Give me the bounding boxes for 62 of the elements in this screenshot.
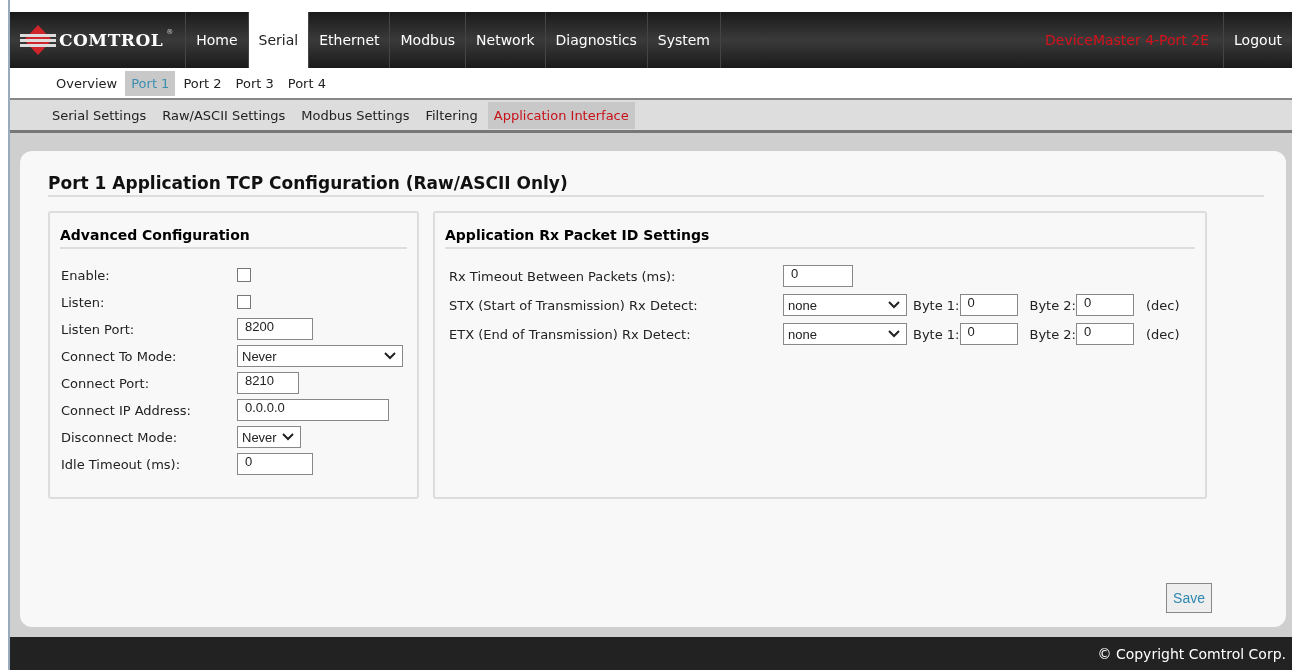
field-label: Listen Port: (61, 321, 136, 337)
save-button[interactable]: Save (1166, 583, 1212, 613)
logo-text: COMTROL (59, 30, 164, 50)
input-field[interactable]: 8210 (237, 372, 299, 394)
nav-tab[interactable]: Ethernet (309, 12, 391, 68)
dropdown[interactable]: none (783, 323, 907, 345)
chevron-down-icon (888, 330, 900, 338)
nav-tab[interactable]: Diagnostics (545, 12, 648, 68)
field-label: Byte 2: (1029, 326, 1076, 342)
dropdown[interactable]: Never (237, 426, 301, 448)
panel-title: Advanced Configuration (60, 227, 407, 249)
chevron-down-icon (282, 433, 294, 441)
nav-tab[interactable]: Serial (248, 12, 310, 68)
field-label: Listen: (61, 294, 106, 310)
field-label: Idle Timeout (ms): (61, 456, 182, 472)
chevron-down-icon (384, 352, 396, 360)
field-label: Byte 1: (913, 297, 960, 313)
input-field[interactable]: 0 (237, 453, 313, 475)
field-label: ETX (End of Transmission) Rx Detect: (449, 326, 692, 342)
unit-label: (dec) (1146, 297, 1180, 313)
section-tab[interactable]: Filtering (419, 101, 484, 129)
field-label: Enable: (61, 267, 111, 283)
input-field[interactable]: 0 (959, 323, 1018, 345)
input-field[interactable]: 0 (783, 265, 853, 287)
field-label: Rx Timeout Between Packets (ms): (449, 268, 677, 284)
section-tab[interactable]: Modbus Settings (295, 101, 416, 129)
port-tab[interactable]: Port 3 (229, 70, 280, 96)
diamond-logo-icon (20, 25, 56, 55)
section-tab[interactable]: Serial Settings (46, 101, 153, 129)
field-label: Byte 2: (1029, 297, 1076, 313)
copyright-text: © Copyright Comtrol Corp. (1097, 645, 1286, 662)
logout-button[interactable]: Logout (1223, 12, 1292, 68)
port-tab[interactable]: Overview (50, 70, 124, 96)
nav-tab[interactable]: Modbus (390, 12, 467, 68)
input-field[interactable]: 0 (1076, 294, 1134, 316)
device-name: DeviceMaster 4-Port 2E (1045, 32, 1211, 48)
field-label: Connect To Mode: (61, 348, 178, 364)
field-label: Byte 1: (913, 326, 960, 342)
dropdown[interactable]: Never (237, 345, 403, 367)
input-field[interactable]: 0 (959, 294, 1018, 316)
nav-tab[interactable]: Network (466, 12, 546, 68)
nav-tab[interactable]: Home (186, 12, 249, 68)
dropdown[interactable]: none (783, 294, 907, 316)
port-tab[interactable]: Port 4 (281, 70, 332, 96)
checkbox[interactable] (237, 268, 251, 282)
unit-label: (dec) (1146, 326, 1180, 342)
nav-tab[interactable]: System (647, 12, 721, 68)
field-label: Connect IP Address: (61, 402, 192, 418)
page-title: Port 1 Application TCP Configuration (Raw/ASCII Only) (48, 173, 1264, 197)
field-label: STX (Start of Transmission) Rx Detect: (449, 297, 699, 313)
field-label: Disconnect Mode: (61, 429, 179, 445)
panel-title: Application Rx Packet ID Settings (445, 227, 1195, 249)
checkbox[interactable] (237, 295, 251, 309)
input-field[interactable]: 0 (1076, 323, 1134, 345)
input-field[interactable]: 8200 (237, 318, 313, 340)
input-field[interactable]: 0.0.0.0 (237, 399, 389, 421)
section-tab[interactable]: Raw/ASCII Settings (156, 101, 292, 129)
logo[interactable]: COMTROL $^{®}$ (10, 12, 187, 68)
chevron-down-icon (888, 301, 900, 309)
port-tab[interactable]: Port 2 (177, 70, 228, 96)
field-label: Connect Port: (61, 375, 151, 391)
section-tab[interactable]: Application Interface (487, 101, 635, 129)
